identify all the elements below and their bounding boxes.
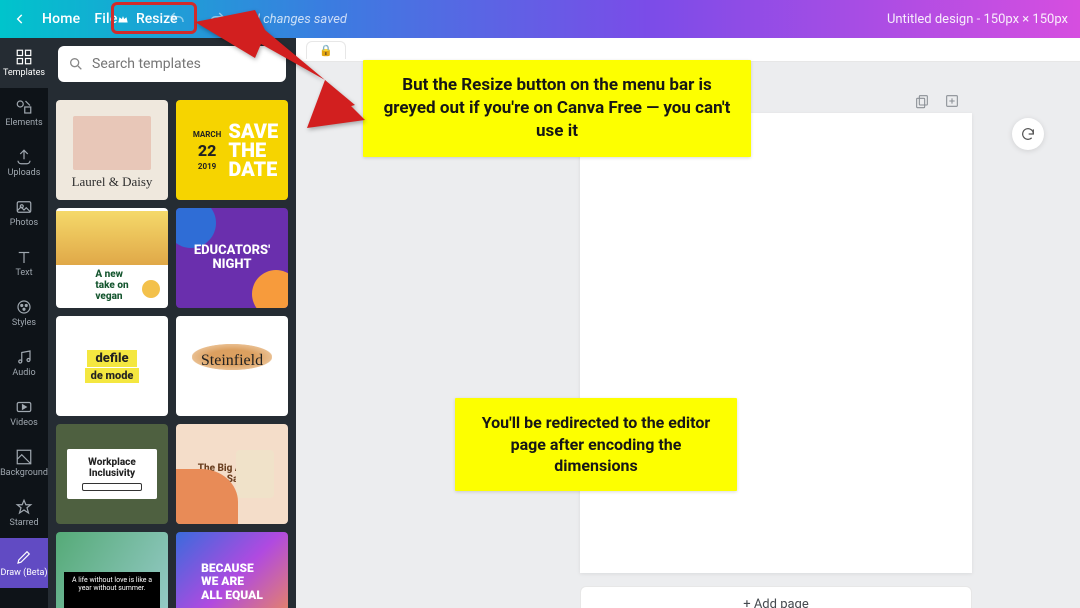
background-icon xyxy=(15,448,33,466)
rail-uploads[interactable]: Uploads xyxy=(0,138,48,188)
rail-uploads-label: Uploads xyxy=(8,169,41,178)
template-thumb[interactable]: The Big Annual Super Sale xyxy=(176,424,288,524)
star-icon xyxy=(15,498,33,516)
template-thumb[interactable]: defilede mode xyxy=(56,316,168,416)
photos-icon xyxy=(15,198,33,216)
rail-styles[interactable]: Styles xyxy=(0,288,48,338)
rail-elements-label: Elements xyxy=(5,119,42,128)
thumb-text: DATE xyxy=(228,157,277,181)
thumb-text: de mode xyxy=(85,368,140,383)
page-tab-strip: 🔒 xyxy=(296,38,1080,62)
rail-photos[interactable]: Photos xyxy=(0,188,48,238)
template-thumb[interactable]: Laurel & Daisy xyxy=(56,100,168,200)
refresh-icon xyxy=(1020,126,1036,142)
design-canvas[interactable] xyxy=(580,113,972,573)
annotation-arrow xyxy=(195,10,365,134)
thumb-text: A life without love is like a year witho… xyxy=(64,572,160,608)
template-thumb[interactable]: A life without love is like a year witho… xyxy=(56,532,168,608)
thumb-text: 22 xyxy=(186,141,229,160)
add-page-icon[interactable] xyxy=(944,93,960,109)
template-thumb[interactable]: BECAUSE WE ARE ALL EQUAL xyxy=(176,532,288,608)
rail-elements[interactable]: Elements xyxy=(0,88,48,138)
thumb-text: BECAUSE WE ARE ALL EQUAL xyxy=(201,562,263,602)
audio-icon xyxy=(15,348,33,366)
rail-background-label: Background xyxy=(0,469,48,478)
rail-videos-label: Videos xyxy=(10,419,38,428)
thumb-text: NIGHT xyxy=(212,257,251,272)
rail-photos-label: Photos xyxy=(10,219,38,228)
rail-audio-label: Audio xyxy=(12,369,35,378)
uploads-icon xyxy=(15,148,33,166)
resync-button[interactable] xyxy=(1012,118,1044,150)
undo-icon[interactable] xyxy=(168,10,186,28)
rail-text-label: Text xyxy=(15,269,32,278)
file-menu[interactable]: File xyxy=(94,11,117,27)
template-grid: Laurel & Daisy MARCH222019 SAVETHEDATE A… xyxy=(48,92,296,608)
top-menu-bar: Home File Resize All changes saved Untit… xyxy=(0,0,1080,38)
rail-draw-label: Draw (Beta) xyxy=(0,569,47,578)
home-menu[interactable]: Home xyxy=(42,11,80,27)
rail-text[interactable]: Text xyxy=(0,238,48,288)
add-page-button[interactable]: + Add page xyxy=(580,586,972,608)
template-thumb[interactable]: Steinfield xyxy=(176,316,288,416)
document-title[interactable]: Untitled design - 150px × 150px xyxy=(887,12,1068,27)
styles-icon xyxy=(15,298,33,316)
pencil-icon xyxy=(15,548,33,566)
template-thumb[interactable]: Workplace Inclusivity xyxy=(56,424,168,524)
side-tool-rail: Templates Elements Uploads Photos Text S… xyxy=(0,38,48,608)
templates-icon xyxy=(15,48,33,66)
rail-styles-label: Styles xyxy=(12,319,36,328)
rail-starred[interactable]: Starred xyxy=(0,488,48,538)
rail-background[interactable]: Background xyxy=(0,438,48,488)
rail-videos[interactable]: Videos xyxy=(0,388,48,438)
rail-starred-label: Starred xyxy=(9,519,38,528)
thumb-text: 2019 xyxy=(186,162,229,171)
thumb-text: Steinfield xyxy=(201,352,263,370)
thumb-text: defile xyxy=(87,350,136,367)
rail-templates-label: Templates xyxy=(3,69,45,78)
template-thumb[interactable]: EDUCATORS'NIGHT xyxy=(176,208,288,308)
annotation-note-1: But the Resize button on the menu bar is… xyxy=(363,60,751,157)
thumb-caption: Laurel & Daisy xyxy=(72,174,153,190)
text-icon xyxy=(15,248,33,266)
videos-icon xyxy=(15,398,33,416)
search-icon xyxy=(68,56,84,72)
rail-draw[interactable]: Draw (Beta) xyxy=(0,538,48,588)
thumb-text: A new take on vegan xyxy=(89,265,134,306)
thumb-text: Workplace Inclusivity xyxy=(88,457,136,479)
elements-icon xyxy=(15,98,33,116)
back-chevron-icon[interactable] xyxy=(12,12,28,26)
rail-templates[interactable]: Templates xyxy=(0,38,48,88)
rail-audio[interactable]: Audio xyxy=(0,338,48,388)
annotation-note-2: You'll be redirected to the editor page … xyxy=(455,398,737,491)
duplicate-page-icon[interactable] xyxy=(914,93,930,109)
template-thumb[interactable]: A new take on vegan xyxy=(56,208,168,308)
